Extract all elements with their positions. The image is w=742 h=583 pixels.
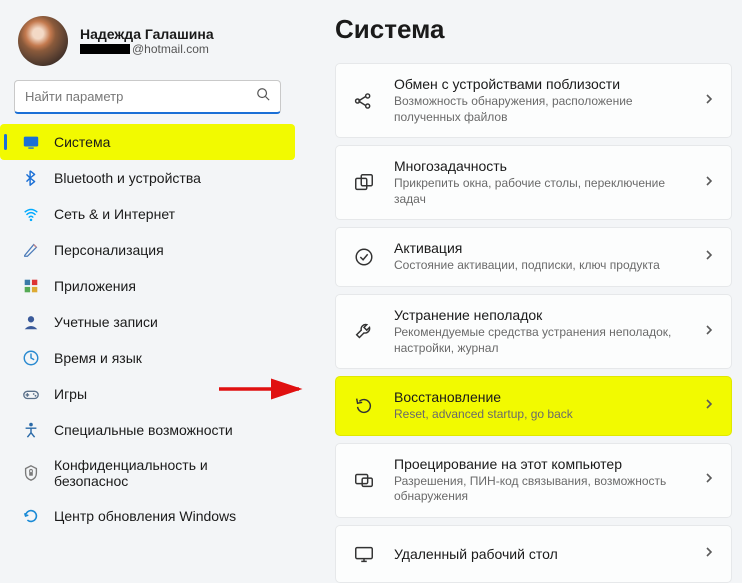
sidebar-item-label: Игры: [54, 386, 87, 402]
settings-card-project[interactable]: Проецирование на этот компьютер Разрешен…: [335, 443, 732, 518]
share-icon: [352, 89, 376, 113]
system-icon: [22, 133, 40, 151]
chevron-right-icon: [703, 174, 715, 192]
remote-icon: [352, 542, 376, 566]
settings-card-share[interactable]: Обмен с устройствами поблизости Возможно…: [335, 63, 732, 138]
sidebar-item-label: Сеть & и Интернет: [54, 206, 175, 222]
card-subtitle: Возможность обнаружения, расположение по…: [394, 94, 685, 125]
main-content: Система Обмен с устройствами поблизости …: [295, 0, 742, 543]
chevron-right-icon: [703, 397, 715, 415]
sidebar-item-label: Время и язык: [54, 350, 142, 366]
sidebar-item-label: Конфиденциальность и безопаснос: [54, 457, 281, 489]
sidebar-item-update[interactable]: Центр обновления Windows: [0, 498, 295, 534]
multitask-icon: [352, 171, 376, 195]
card-title: Устранение неполадок: [394, 307, 685, 323]
bluetooth-icon: [22, 169, 40, 187]
settings-card-activation[interactable]: Активация Состояние активации, подписки,…: [335, 227, 732, 287]
search-box[interactable]: [14, 80, 281, 114]
avatar: [18, 16, 68, 66]
card-text: Проецирование на этот компьютер Разрешен…: [394, 456, 685, 505]
sidebar-item-label: Персонализация: [54, 242, 164, 258]
sidebar-item-time[interactable]: Время и язык: [0, 340, 295, 376]
chevron-right-icon: [703, 545, 715, 563]
email-redacted-part: [80, 44, 130, 54]
chevron-right-icon: [703, 323, 715, 341]
profile-name: Надежда Галашина: [80, 26, 214, 42]
settings-cards: Обмен с устройствами поблизости Возможно…: [335, 63, 732, 583]
accounts-icon: [22, 313, 40, 331]
sidebar-item-system[interactable]: Система: [0, 124, 295, 160]
troubleshoot-icon: [352, 320, 376, 344]
sidebar-item-accounts[interactable]: Учетные записи: [0, 304, 295, 340]
email-domain: @hotmail.com: [132, 42, 209, 56]
card-text: Устранение неполадок Рекомендуемые средс…: [394, 307, 685, 356]
search-icon: [256, 87, 270, 106]
sidebar-item-label: Bluetooth и устройства: [54, 170, 201, 186]
card-text: Удаленный рабочий стол: [394, 546, 685, 562]
time-icon: [22, 349, 40, 367]
card-text: Восстановление Reset, advanced startup, …: [394, 389, 685, 423]
profile-text: Надежда Галашина @hotmail.com: [80, 26, 214, 56]
page-title: Система: [335, 14, 732, 45]
sidebar-item-label: Учетные записи: [54, 314, 158, 330]
sidebar-item-label: Приложения: [54, 278, 136, 294]
gaming-icon: [22, 385, 40, 403]
card-subtitle: Разрешения, ПИН-код связывания, возможно…: [394, 474, 685, 505]
apps-icon: [22, 277, 40, 295]
card-subtitle: Состояние активации, подписки, ключ прод…: [394, 258, 685, 274]
settings-card-multitask[interactable]: Многозадачность Прикрепить окна, рабочие…: [335, 145, 732, 220]
settings-card-troubleshoot[interactable]: Устранение неполадок Рекомендуемые средс…: [335, 294, 732, 369]
card-title: Обмен с устройствами поблизости: [394, 76, 685, 92]
project-icon: [352, 468, 376, 492]
update-icon: [22, 507, 40, 525]
card-subtitle: Reset, advanced startup, go back: [394, 407, 685, 423]
card-text: Активация Состояние активации, подписки,…: [394, 240, 685, 274]
sidebar-item-bluetooth[interactable]: Bluetooth и устройства: [0, 160, 295, 196]
network-icon: [22, 205, 40, 223]
search-input[interactable]: [25, 89, 256, 104]
card-title: Проецирование на этот компьютер: [394, 456, 685, 472]
sidebar-item-privacy[interactable]: Конфиденциальность и безопаснос: [0, 448, 295, 498]
settings-card-remote[interactable]: Удаленный рабочий стол: [335, 525, 732, 583]
personalization-icon: [22, 241, 40, 259]
card-subtitle: Рекомендуемые средства устранения непола…: [394, 325, 685, 356]
chevron-right-icon: [703, 471, 715, 489]
sidebar-nav: Система Bluetooth и устройства Сеть & и …: [0, 124, 295, 534]
recovery-icon: [352, 394, 376, 418]
sidebar-item-gaming[interactable]: Игры: [0, 376, 295, 412]
accessibility-icon: [22, 421, 40, 439]
sidebar-item-network[interactable]: Сеть & и Интернет: [0, 196, 295, 232]
profile-email: @hotmail.com: [80, 42, 214, 56]
card-title: Удаленный рабочий стол: [394, 546, 685, 562]
chevron-right-icon: [703, 248, 715, 266]
activation-icon: [352, 245, 376, 269]
settings-card-recovery[interactable]: Восстановление Reset, advanced startup, …: [335, 376, 732, 436]
card-text: Многозадачность Прикрепить окна, рабочие…: [394, 158, 685, 207]
card-title: Восстановление: [394, 389, 685, 405]
sidebar-item-label: Центр обновления Windows: [54, 508, 236, 524]
sidebar-item-accessibility[interactable]: Специальные возможности: [0, 412, 295, 448]
card-title: Активация: [394, 240, 685, 256]
sidebar-item-apps[interactable]: Приложения: [0, 268, 295, 304]
sidebar-item-personalization[interactable]: Персонализация: [0, 232, 295, 268]
card-subtitle: Прикрепить окна, рабочие столы, переключ…: [394, 176, 685, 207]
profile-block[interactable]: Надежда Галашина @hotmail.com: [0, 10, 295, 80]
chevron-right-icon: [703, 92, 715, 110]
sidebar-item-label: Система: [54, 134, 110, 150]
sidebar-item-label: Специальные возможности: [54, 422, 233, 438]
card-title: Многозадачность: [394, 158, 685, 174]
sidebar: Надежда Галашина @hotmail.com Система Bl…: [0, 0, 295, 543]
privacy-icon: [22, 464, 40, 482]
card-text: Обмен с устройствами поблизости Возможно…: [394, 76, 685, 125]
